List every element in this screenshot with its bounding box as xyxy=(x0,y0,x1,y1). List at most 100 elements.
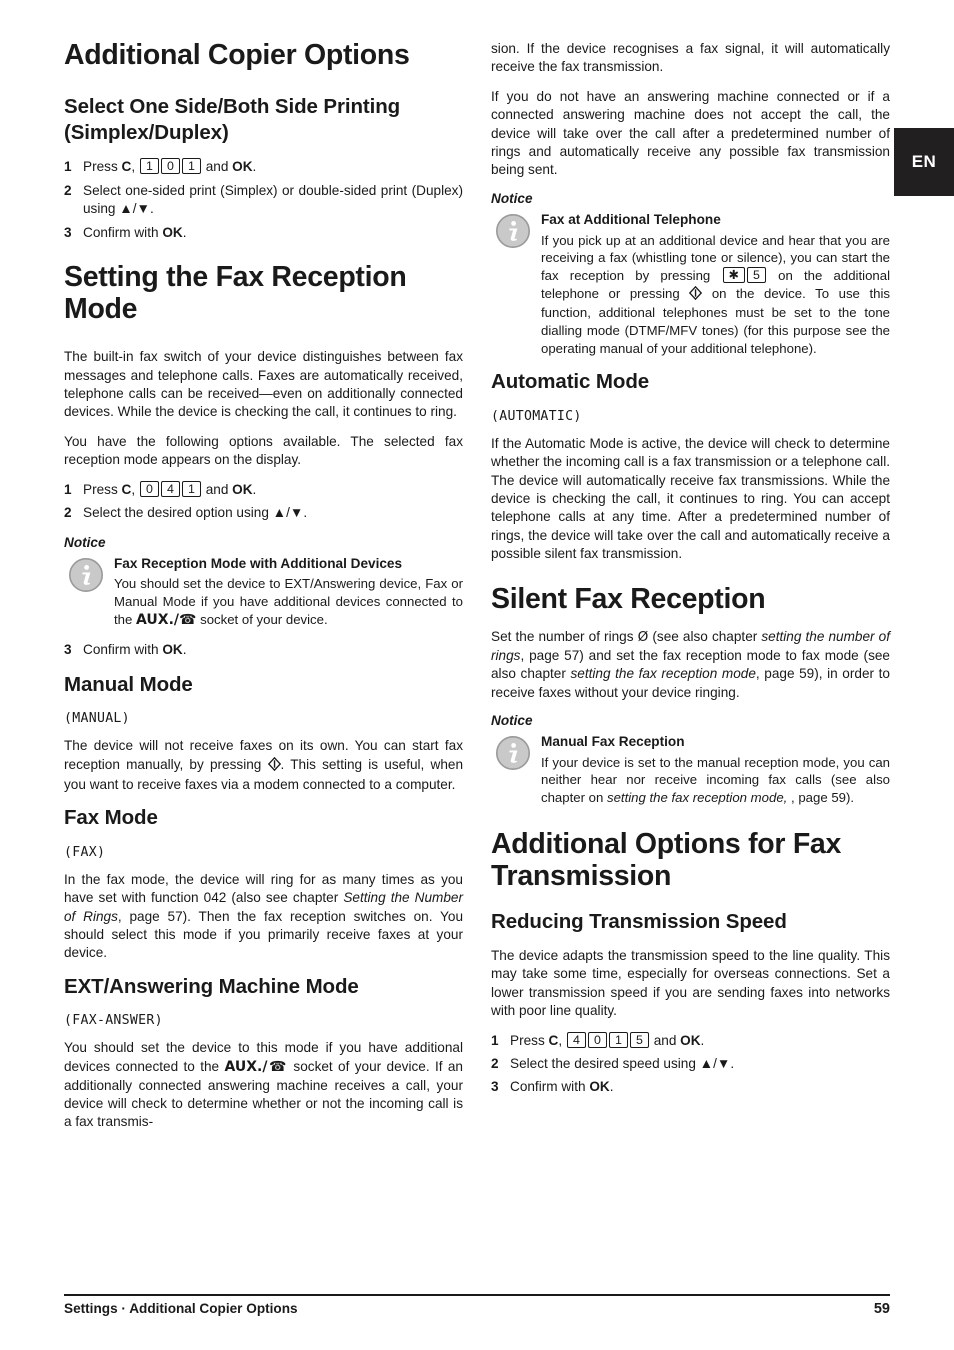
step-number: 2 xyxy=(491,1055,499,1071)
heading-manual-mode: Manual Mode xyxy=(64,672,193,696)
key-ok-label: OK xyxy=(589,1079,610,1095)
footer-breadcrumb: Settings · Additional Copier Options xyxy=(64,1301,298,1316)
notice-body-part2: , page 59). xyxy=(787,790,855,806)
paragraph-options-available: You have the following options available… xyxy=(64,433,463,468)
step-number: 3 xyxy=(491,1079,499,1095)
heading-setting-fax-reception-mode: Setting the Fax Reception Mode xyxy=(64,261,407,326)
key-c-label: C xyxy=(548,1032,559,1048)
notice-heading: Fax at Additional Telephone xyxy=(541,211,721,227)
step-number: 1 xyxy=(64,481,72,497)
cross-ref-italic-2: setting the fax reception mode xyxy=(570,666,756,682)
step-item: 3 Confirm with OK. xyxy=(491,1078,890,1096)
key-c-label: C xyxy=(121,159,132,175)
footer-divider xyxy=(64,1294,890,1296)
heading-additional-options-fax-transmission: Additional Options for Fax Transmission xyxy=(491,827,842,892)
two-column-body: Additional Copier Options Select One Sid… xyxy=(64,39,890,1143)
notice-heading: Manual Fax Reception xyxy=(541,734,685,750)
keycap-1b: 1 xyxy=(181,158,201,175)
key-ok-label: OK xyxy=(680,1032,701,1048)
notice-content: Fax Reception Mode with Additional Devic… xyxy=(114,555,463,630)
aux-phone-label: AUX./☎ xyxy=(224,1058,289,1075)
heading-silent-fax-reception: Silent Fax Reception xyxy=(491,582,766,615)
notice-content: Fax at Additional Telephone If you pick … xyxy=(541,211,890,357)
paragraph-part1: Set the number of rings xyxy=(491,629,638,645)
keycap-0: 0 xyxy=(139,480,159,497)
steps-fax-reception-mode: 1 Press C, 041 and OK. 2 Select the desi… xyxy=(64,480,463,523)
display-text-fax-answer: (FAX-ANSWER) xyxy=(64,1013,163,1029)
slashed-zero-glyph: Ø xyxy=(637,629,649,646)
heading-automatic-mode: Automatic Mode xyxy=(491,370,650,394)
step-text: Select one-sided print (Simplex) or doub… xyxy=(83,182,463,217)
key-ok-label: OK xyxy=(162,224,183,240)
paragraph-no-answering-machine: If you do not have an answering machine … xyxy=(491,88,890,178)
left-column: Additional Copier Options Select One Sid… xyxy=(64,39,463,1143)
keycap-1: 1 xyxy=(181,480,201,497)
paragraph-continued: sion. If the device recognises a fax sig… xyxy=(491,41,890,75)
notice-body: If your device is set to the manual rece… xyxy=(541,754,890,807)
notice-body: You should set the device to EXT/Answeri… xyxy=(114,575,463,629)
step-text: Press C, 041 and OK. xyxy=(83,480,257,497)
keycap-1: 1 xyxy=(139,158,159,175)
paragraph-silent-fax: Set the number of rings Ø (see also chap… xyxy=(491,628,890,702)
key-ok-label: OK xyxy=(162,642,183,658)
step-number: 3 xyxy=(64,642,72,658)
paragraph-ext-mode: You should set the device to this mode i… xyxy=(64,1039,463,1132)
aux-phone-label: AUX./☎ xyxy=(136,611,197,628)
notice-label: Notice xyxy=(491,713,533,729)
cross-ref-italic: setting the fax reception mode, xyxy=(606,790,788,806)
display-text-fax: (FAX) xyxy=(64,844,106,860)
page-number: 59 xyxy=(873,1301,890,1317)
key-ok-label: OK xyxy=(232,159,253,175)
heading-fax-mode: Fax Mode xyxy=(64,806,158,830)
heading-ext-answering-machine-mode: EXT/Answering Machine Mode xyxy=(64,974,359,998)
paragraph-fax-switch: The built-in fax switch of your device d… xyxy=(64,349,463,420)
page-footer: Settings · Additional Copier Options 59 xyxy=(64,1301,890,1317)
step-number: 1 xyxy=(64,159,72,175)
info-icon xyxy=(68,557,104,593)
paragraph-part2: , page 57). Then the fax reception switc… xyxy=(64,908,463,961)
paragraph-part2: (see also chapter xyxy=(648,629,762,645)
steps-transmission-speed: 1 Press C, 4015 and OK. 2 Select the des… xyxy=(491,1031,890,1097)
keycap-0: 0 xyxy=(160,158,180,175)
heading-reducing-transmission-speed: Reducing Transmission Speed xyxy=(491,909,787,933)
step-number: 1 xyxy=(491,1032,499,1048)
info-icon xyxy=(495,735,531,771)
step-number: 2 xyxy=(64,182,72,198)
right-column: sion. If the device recognises a fax sig… xyxy=(491,40,890,1143)
paragraph-manual-mode: The device will not receive faxes on its… xyxy=(64,737,463,794)
keycap-5: 5 xyxy=(746,266,766,283)
step-number: 3 xyxy=(64,224,72,240)
step-text: Confirm with OK. xyxy=(510,1079,614,1095)
keycap-4: 4 xyxy=(566,1031,586,1048)
info-icon xyxy=(495,213,531,249)
notice-content: Manual Fax Reception If your device is s… xyxy=(541,733,890,807)
notice-block-fax-additional-telephone: Fax at Additional Telephone If you pick … xyxy=(491,211,890,357)
steps-simplex-duplex: 1 Press C, 101 and OK. 2 Select one-side… xyxy=(64,158,463,242)
notice-block-manual-fax-reception: Manual Fax Reception If your device is s… xyxy=(491,733,890,807)
step-text: Press C, 101 and OK. xyxy=(83,158,257,175)
step-text: Select the desired option using ▲/▼. xyxy=(83,505,308,521)
step-text: Press C, 4015 and OK. xyxy=(510,1031,705,1048)
language-tab-en: EN xyxy=(894,128,954,196)
step-item: 2 Select the desired option using ▲/▼. xyxy=(64,504,463,522)
step-item: 1 Press C, 041 and OK. xyxy=(64,480,463,499)
step-item: 1 Press C, 4015 and OK. xyxy=(491,1031,890,1050)
document-page: EN Additional Copier Options Select One … xyxy=(0,0,954,1350)
paragraph-transmission-speed: The device adapts the transmission speed… xyxy=(491,947,890,1019)
paragraph-automatic-mode: If the Automatic Mode is active, the dev… xyxy=(491,435,890,562)
key-ok-label: OK xyxy=(232,481,253,497)
keycap-0: 0 xyxy=(587,1031,607,1048)
step-text: Select the desired speed using ▲/▼. xyxy=(510,1055,735,1071)
step-text: Confirm with OK. xyxy=(83,224,187,240)
steps-fax-reception-confirm: 3 Confirm with OK. xyxy=(64,641,463,659)
notice-block-fax-reception-mode: Fax Reception Mode with Additional Devic… xyxy=(64,555,463,630)
step-item: 2 Select the desired speed using ▲/▼. xyxy=(491,1055,890,1073)
keycap-star: ✱ xyxy=(722,266,745,283)
keycap-1: 1 xyxy=(608,1031,628,1048)
step-text: Confirm with OK. xyxy=(83,642,187,658)
step-item: 3 Confirm with OK. xyxy=(64,641,463,659)
notice-label: Notice xyxy=(491,190,533,206)
keycap-4: 4 xyxy=(160,480,180,497)
notice-body-part2: socket of your device. xyxy=(196,611,328,627)
heading-simplex-duplex: Select One Side/Both Side Printing (Simp… xyxy=(64,94,401,145)
